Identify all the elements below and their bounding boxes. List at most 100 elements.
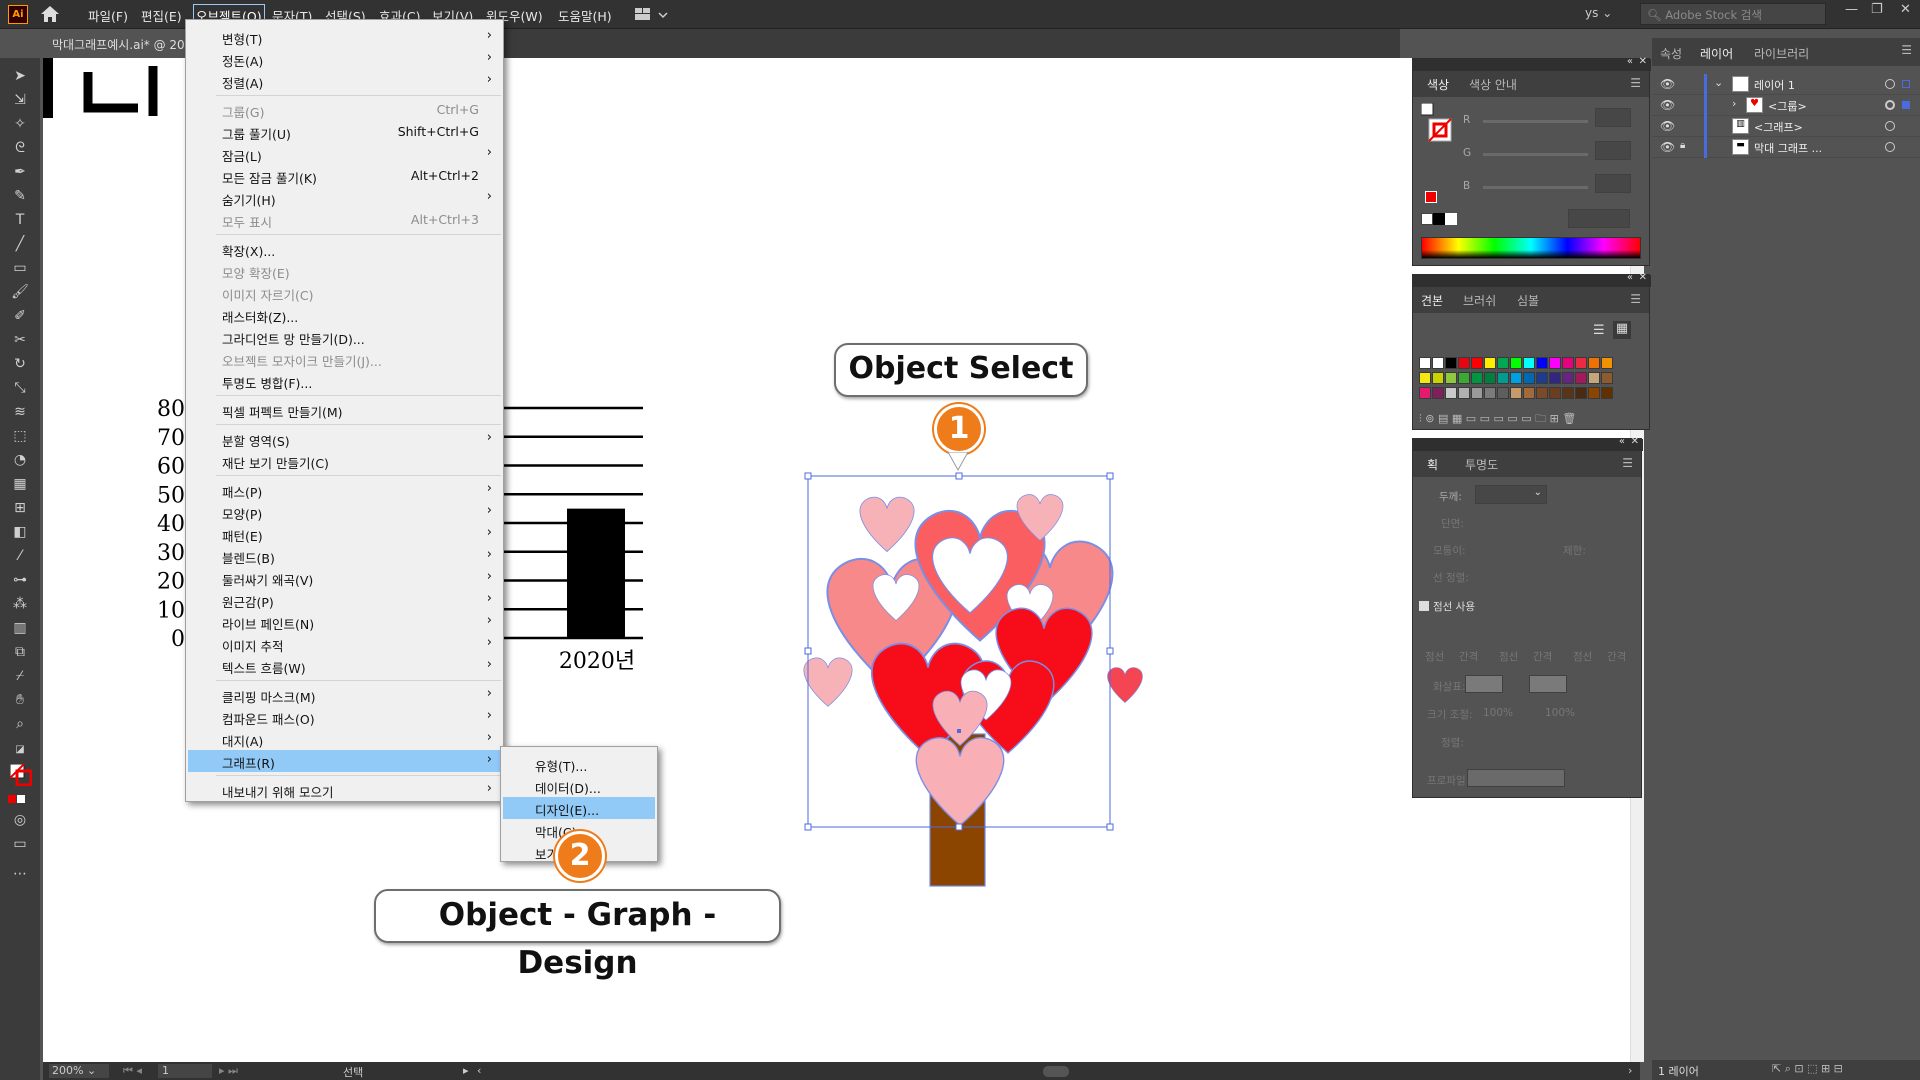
object-menu-item[interactable]: 라이브 페인트(N) › <box>188 611 501 633</box>
tab-transparency[interactable]: 투명도 <box>1465 456 1498 473</box>
visibility-eye-icon[interactable]: 👁︎ <box>1660 119 1675 133</box>
curvature-tool-icon[interactable]: ✎ <box>10 186 30 206</box>
artboard-nav-next-icon[interactable]: ▸ ⏭ <box>219 1064 238 1078</box>
swatch[interactable] <box>1458 372 1470 384</box>
swatch[interactable] <box>1562 387 1574 399</box>
swatch[interactable] <box>1601 357 1613 369</box>
swatch[interactable] <box>1445 372 1457 384</box>
swatch[interactable] <box>1523 357 1535 369</box>
scroll-left-icon[interactable]: ‹ <box>477 1064 481 1077</box>
graph-submenu-item[interactable]: 데이터(D)... <box>503 775 655 797</box>
swatch[interactable] <box>1575 387 1587 399</box>
out-of-gamut-swatch[interactable] <box>1425 191 1437 203</box>
panel-close-icon[interactable]: ✕ <box>1639 272 1647 283</box>
free-transform-icon[interactable]: ⬚ <box>10 426 30 446</box>
object-menu-item[interactable]: 픽셀 퍼펙트 만들기(M) <box>188 399 501 421</box>
swatch[interactable] <box>1445 387 1457 399</box>
object-menu-item[interactable]: 그룹(G) Ctrl+G <box>188 99 501 121</box>
b-slider[interactable] <box>1483 186 1588 189</box>
horizontal-scroll-thumb[interactable] <box>1043 1066 1069 1077</box>
list-view-icon[interactable]: ☰ <box>1593 323 1605 338</box>
color-spectrum[interactable] <box>1421 237 1641 259</box>
artboard-nav-first-icon[interactable]: ⏮ ◂ <box>123 1064 142 1078</box>
shape-builder-icon[interactable]: ◔ <box>10 450 30 470</box>
direct-selection-tool-icon[interactable]: ⇲ <box>10 90 30 110</box>
swatch[interactable] <box>1484 357 1496 369</box>
blend-tool-icon[interactable]: ⊶ <box>10 570 30 590</box>
tab-libraries[interactable]: 라이브러리 <box>1754 45 1809 62</box>
workspace-switcher-icon[interactable] <box>633 5 673 24</box>
swatch[interactable] <box>1523 387 1535 399</box>
grid-view-icon[interactable]: ▦ <box>1613 321 1631 339</box>
none-black-white-swatches[interactable] <box>1421 213 1461 225</box>
selection-indicator[interactable] <box>1902 80 1910 88</box>
swatch[interactable] <box>1549 387 1561 399</box>
panel-close-icon[interactable]: ✕ <box>1631 436 1639 447</box>
perspective-grid-icon[interactable]: ▦ <box>10 474 30 494</box>
visibility-eye-icon[interactable]: 👁︎ <box>1660 140 1675 154</box>
shaper-tool-icon[interactable]: ✐ <box>10 306 30 326</box>
object-menu-item[interactable]: 그래프(R) › <box>188 750 501 772</box>
swatch[interactable] <box>1562 372 1574 384</box>
object-menu-item[interactable]: 분할 영역(S) › <box>188 428 501 450</box>
restore-icon[interactable]: ❐ <box>1871 2 1883 17</box>
object-menu-item[interactable]: 텍스트 흐름(W) › <box>188 655 501 677</box>
arrowhead-end-select[interactable] <box>1529 675 1567 693</box>
scale-tool-icon[interactable]: ⤡ <box>10 378 30 398</box>
swatch[interactable] <box>1419 357 1431 369</box>
object-menu-item[interactable]: 내보내기 위해 모으기 › <box>188 779 501 801</box>
swatch[interactable] <box>1497 387 1509 399</box>
column-graph-icon[interactable]: ▥ <box>10 618 30 638</box>
minimize-icon[interactable]: — <box>1845 2 1858 17</box>
swatch[interactable] <box>1419 372 1431 384</box>
swatch[interactable] <box>1588 387 1600 399</box>
swatch[interactable] <box>1601 387 1613 399</box>
swatch[interactable] <box>1549 372 1561 384</box>
swatch[interactable] <box>1432 372 1444 384</box>
scroll-right-icon[interactable]: › <box>1628 1064 1632 1077</box>
hand-tool-icon[interactable]: ✋︎ <box>10 690 30 710</box>
swatch[interactable] <box>1588 372 1600 384</box>
object-menu-item[interactable]: 컴파운드 패스(O) › <box>188 706 501 728</box>
zoom-tool-icon[interactable]: ⌕ <box>10 714 30 734</box>
home-icon[interactable] <box>38 4 62 24</box>
object-menu-item[interactable]: 모양(P) › <box>188 501 501 523</box>
symbol-sprayer-icon[interactable]: ⁂ <box>10 594 30 614</box>
layer-row-layer1[interactable]: 👁︎ ⌄ 레이어 1 <box>1652 74 1920 95</box>
swatch[interactable] <box>1536 387 1548 399</box>
magic-wand-icon[interactable]: ✧ <box>10 114 30 134</box>
selection-indicator[interactable] <box>1902 101 1910 109</box>
layer-row-bar-graph[interactable]: 👁︎ 🔒︎ ▬ 막대 그래프 ... <box>1652 137 1920 158</box>
swatch[interactable] <box>1432 357 1444 369</box>
panel-menu-icon[interactable]: ☰ <box>1622 456 1633 470</box>
r-value-field[interactable] <box>1595 108 1631 127</box>
hex-field[interactable] <box>1568 209 1630 228</box>
visibility-eye-icon[interactable]: 👁︎ <box>1660 77 1675 91</box>
tab-color-guide[interactable]: 색상 안내 <box>1469 76 1517 93</box>
swatch-grid[interactable] <box>1419 357 1619 403</box>
panel-menu-icon[interactable]: ☰ <box>1630 76 1641 90</box>
object-menu-item[interactable]: 투명도 병합(F)... <box>188 370 501 392</box>
type-tool-icon[interactable]: T <box>10 210 30 230</box>
arrowhead-start-select[interactable] <box>1465 675 1503 693</box>
layer-row-graph[interactable]: 👁︎ ▥ <그래프> <box>1652 116 1920 137</box>
object-menu-item[interactable]: 정돈(A) › <box>188 48 501 70</box>
swatch[interactable] <box>1536 372 1548 384</box>
mesh-tool-icon[interactable]: ⊞ <box>10 498 30 518</box>
collapse-icon[interactable]: « <box>1627 272 1633 283</box>
swatch[interactable] <box>1419 387 1431 399</box>
profile-select[interactable] <box>1467 769 1565 787</box>
rotate-tool-icon[interactable]: ↻ <box>10 354 30 374</box>
tab-color[interactable]: 색상 <box>1427 76 1449 93</box>
swatch[interactable] <box>1575 357 1587 369</box>
swatch[interactable] <box>1471 387 1483 399</box>
object-menu-item[interactable]: 패스(P) › <box>188 479 501 501</box>
object-menu-item[interactable]: 그룹 풀기(U) Shift+Ctrl+G <box>188 121 501 143</box>
g-slider[interactable] <box>1483 153 1588 156</box>
object-menu-item[interactable]: 대지(A) › <box>188 728 501 750</box>
warp-tool-icon[interactable]: ≋ <box>10 402 30 422</box>
object-menu-item[interactable]: 잠금(L) › <box>188 143 501 165</box>
object-menu-item[interactable]: 이미지 추적 › <box>188 633 501 655</box>
gradient-tool-icon[interactable]: ◧ <box>10 522 30 542</box>
collapse-icon[interactable]: « <box>1627 56 1633 67</box>
